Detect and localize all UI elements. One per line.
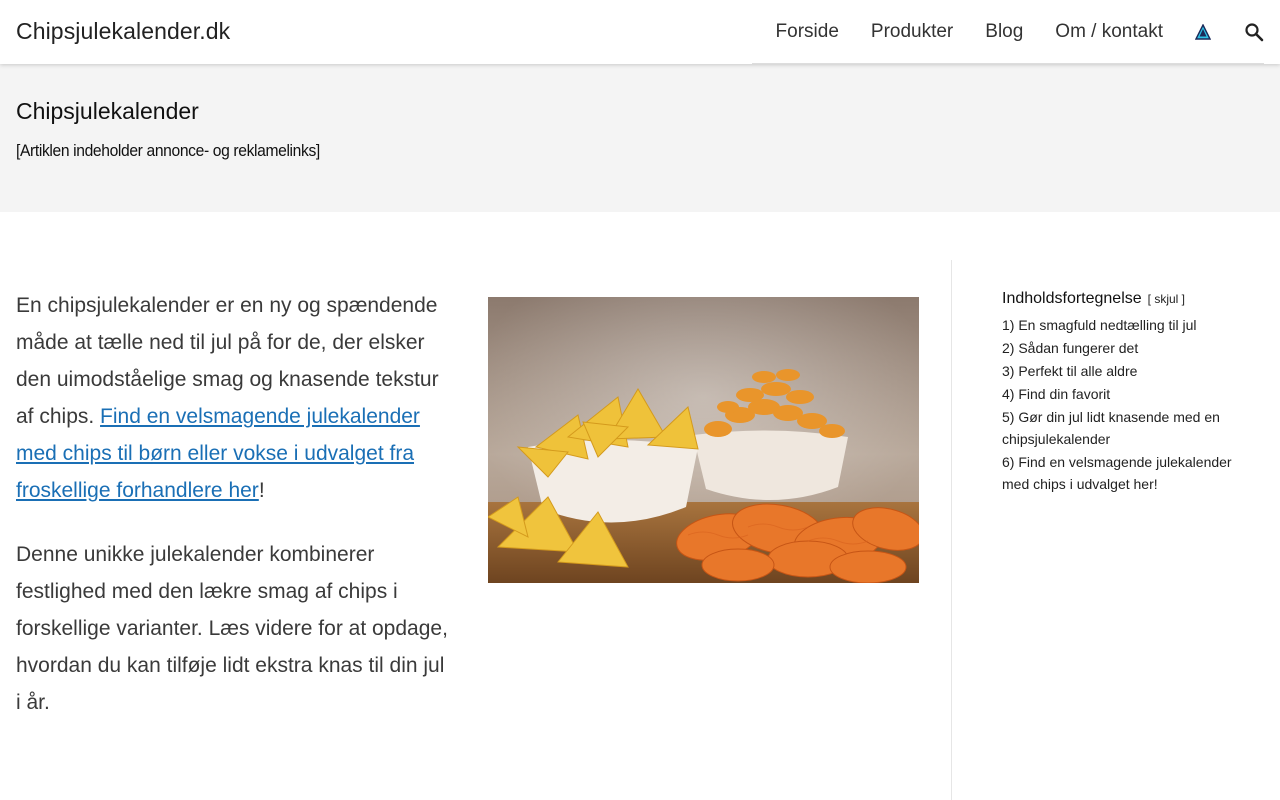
ad-disclaimer: [Artiklen indeholder annonce- og reklame… xyxy=(16,141,320,160)
nav-forside[interactable]: Forside xyxy=(776,21,839,43)
warning-triangle-icon[interactable] xyxy=(1195,24,1211,40)
nav-underline xyxy=(752,63,1264,64)
nav-produkter[interactable]: Produkter xyxy=(871,21,953,43)
toc-heading: Indholdsfortegnelse xyxy=(1002,290,1142,307)
toc-heading-row: Indholdsfortegnelse [ skjul ] xyxy=(1002,290,1252,308)
toc-item[interactable]: 2) Sådan fungerer det xyxy=(1002,337,1252,359)
sidebar-divider xyxy=(951,260,952,800)
toc-toggle-button[interactable]: [ skjul ] xyxy=(1148,292,1185,306)
main-nav: Forside Produkter Blog Om / kontakt xyxy=(776,0,1280,64)
toc-item[interactable]: 4) Find din favorit xyxy=(1002,383,1252,405)
toc-item[interactable]: 6) Find en velsmagende julekalender med … xyxy=(1002,451,1252,495)
intro-end: ! xyxy=(258,479,265,502)
toc-list: 1) En smagfuld nedtælling til jul 2) Såd… xyxy=(1002,314,1252,495)
site-header: Chipsjulekalender.dk Forside Produkter B… xyxy=(0,0,1280,64)
table-of-contents: Indholdsfortegnelse [ skjul ] 1) En smagf… xyxy=(1002,290,1252,496)
nav-om-kontakt[interactable]: Om / kontakt xyxy=(1055,21,1163,43)
toc-item[interactable]: 1) En smagfuld nedtælling til jul xyxy=(1002,314,1252,336)
search-icon[interactable] xyxy=(1244,22,1264,42)
nav-blog[interactable]: Blog xyxy=(985,21,1023,43)
chips-photo xyxy=(488,297,919,583)
chips-illustration xyxy=(488,297,919,583)
toc-item[interactable]: 3) Perfekt til alle aldre xyxy=(1002,360,1252,382)
intro-paragraph: En chipsjulekalender er en ny og spænden… xyxy=(16,287,452,509)
title-band: Chipsjulekalender [Artiklen indeholder a… xyxy=(0,64,1280,212)
toc-item[interactable]: 5) Gør din jul lidt knasende med en chip… xyxy=(1002,406,1252,450)
site-title[interactable]: Chipsjulekalender.dk xyxy=(16,18,230,45)
second-paragraph: Denne unikke julekalender kombinerer fes… xyxy=(16,543,448,714)
page-title: Chipsjulekalender xyxy=(16,98,199,124)
